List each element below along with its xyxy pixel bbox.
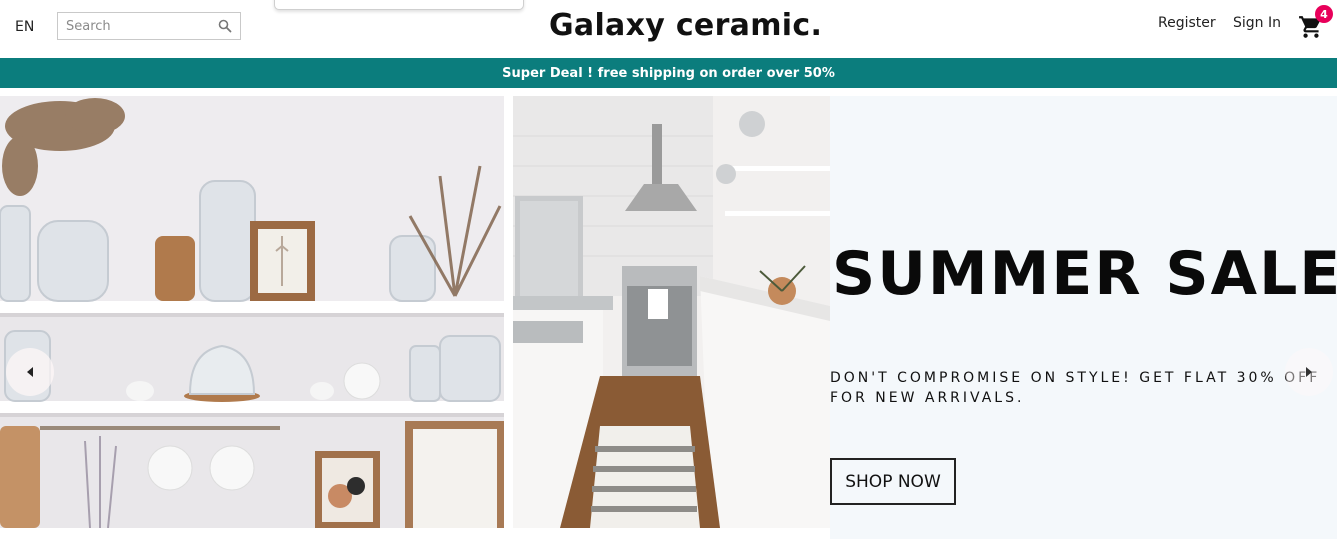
navbar: EN Galaxy ceramic. Register Sign In 4	[0, 0, 1337, 58]
slide-title: SUMMER SALE	[832, 239, 1337, 309]
slider-next-button[interactable]	[1285, 348, 1333, 396]
slider-prev-button[interactable]	[6, 348, 54, 396]
search-icon[interactable]	[214, 15, 236, 37]
slide-info: SUMMER SALE DON'T COMPROMISE ON STYLE! G…	[830, 96, 1337, 539]
hero-image	[0, 96, 830, 528]
sign-in-link[interactable]: Sign In	[1233, 15, 1281, 31]
arrow-right-icon	[1304, 363, 1314, 382]
hero-slider: SUMMER SALE DON'T COMPROMISE ON STYLE! G…	[0, 88, 1337, 539]
register-link[interactable]: Register	[1158, 15, 1216, 31]
dropdown-panel	[274, 0, 524, 10]
arrow-left-icon	[25, 363, 35, 382]
slide-description: DON'T COMPROMISE ON STYLE! GET FLAT 30% …	[830, 370, 1321, 406]
announcement-bar: Super Deal ! free shipping on order over…	[0, 58, 1337, 88]
shop-now-button[interactable]: SHOP NOW	[830, 458, 956, 505]
cart-count-badge: 4	[1315, 5, 1333, 23]
search-input[interactable]	[64, 13, 214, 39]
site-logo[interactable]: Galaxy ceramic.	[549, 8, 822, 48]
language-selector[interactable]: EN	[15, 19, 34, 35]
announcement-text: Super Deal ! free shipping on order over…	[502, 65, 835, 81]
search-container	[57, 12, 241, 40]
